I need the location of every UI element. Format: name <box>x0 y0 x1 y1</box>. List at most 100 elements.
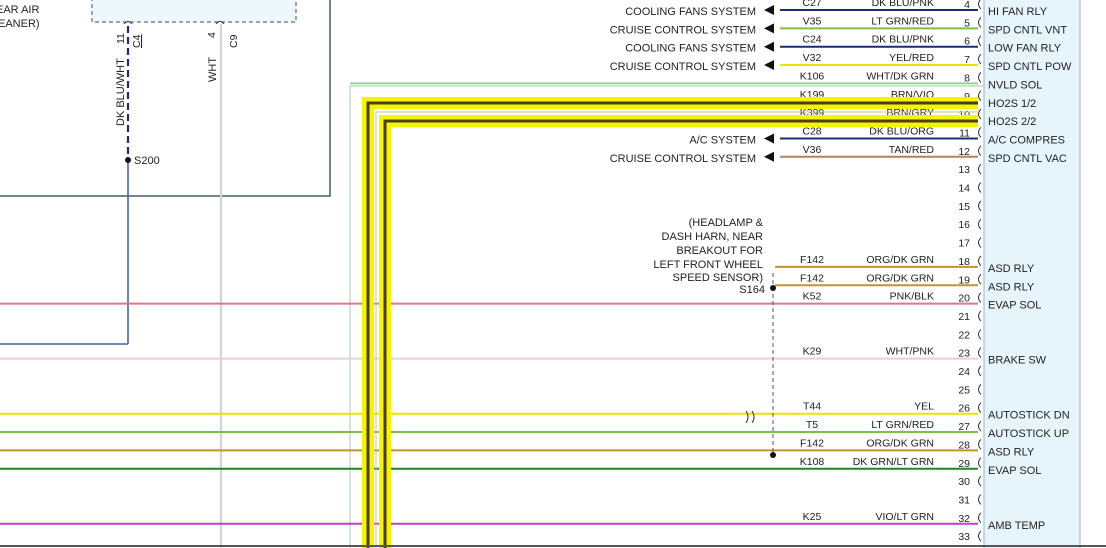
pin-function-label: AUTOSTICK UP <box>988 428 1069 440</box>
pin-terminal <box>978 237 982 248</box>
pin-function-label: ASD RLY <box>988 281 1035 293</box>
splice-s200-dot <box>125 157 131 163</box>
destination-label: COOLING FANS SYSTEM <box>625 6 756 18</box>
pin-4-connector: C9 <box>228 34 240 48</box>
pin-number: 31 <box>958 494 970 506</box>
pin-number: 24 <box>958 366 970 378</box>
circuit-id: C28 <box>802 125 821 137</box>
pin-function-label: ASD RLY <box>988 263 1035 275</box>
destination-label: A/C SYSTEM <box>689 134 756 146</box>
wire-color-label: VIO/LT GRN <box>875 511 934 523</box>
arrow-head-icon <box>764 5 774 15</box>
pin-terminal <box>978 0 982 10</box>
splice-s164-dot-top <box>770 285 776 291</box>
splice-s164-note-5: SPEED SENSOR) <box>673 272 763 284</box>
pin-11-connector: C4 <box>131 34 143 48</box>
pin-number: 21 <box>958 311 970 323</box>
arrow-head-icon <box>764 41 774 52</box>
circuit-id: F142 <box>800 437 824 449</box>
splice-s164-note-3: BREAKOUT FOR <box>676 245 763 257</box>
pin-function-label: SPD CNTL VNT <box>988 24 1067 36</box>
wire-color-label: TAN/RED <box>889 144 935 156</box>
circuit-id: F142 <box>800 254 824 266</box>
pin-terminal <box>978 457 982 469</box>
wire-wht-label: WHT <box>207 57 219 82</box>
pin-terminal <box>978 530 982 542</box>
arrow-head-icon <box>764 133 774 144</box>
wire-color-label: YEL <box>914 401 934 413</box>
circuit-id: V36 <box>803 144 822 156</box>
pin-terminal <box>978 145 982 157</box>
pin-function-label: HI FAN RLY <box>988 6 1048 18</box>
pin-terminal <box>978 402 982 414</box>
pin-terminal <box>978 127 982 138</box>
pin-function-label: HO2S 2/2 <box>988 116 1036 128</box>
wire-k399-brn-gry <box>383 119 978 548</box>
splice-s164-dot-bottom <box>770 452 776 458</box>
pin-terminal <box>978 108 982 120</box>
circuit-id: T44 <box>803 401 821 413</box>
pin-function-label: LOW FAN RLY <box>988 43 1062 55</box>
module-box-inner-dashed <box>91 0 297 23</box>
pin-function-label: ASD RLY <box>988 446 1035 458</box>
circuit-id: V32 <box>803 52 822 64</box>
circuit-id: K52 <box>803 291 822 303</box>
wire-dk-blu-wht-label: DK BLU/WHT <box>115 58 127 126</box>
pin-number: 22 <box>958 329 970 341</box>
pin-function-label: AUTOSTICK DN <box>988 410 1070 422</box>
pin-function-label: SPD CNTL POW <box>988 61 1072 73</box>
wire-color-label: LT GRN/RED <box>871 419 934 431</box>
pin-number: 16 <box>958 219 970 231</box>
circuit-id: C24 <box>802 34 821 46</box>
pin-terminal <box>978 383 982 395</box>
splice-s200-label: S200 <box>134 155 160 167</box>
pin-terminal <box>978 420 982 432</box>
destination-label: CRUISE CONTROL SYSTEM <box>610 61 756 73</box>
splice-s164-note-4: LEFT FRONT WHEEL <box>653 259 763 271</box>
pin-terminal <box>978 16 982 28</box>
wire-color-label: ORG/DK GRN <box>866 254 934 266</box>
circuit-id: V35 <box>803 15 822 27</box>
pin-terminal <box>978 512 982 524</box>
destination-label: CRUISE CONTROL SYSTEM <box>610 153 756 165</box>
wire-color-label: LT GRN/RED <box>871 15 934 27</box>
pin-terminal <box>978 475 982 487</box>
wire-color-label: DK BLU/PNK <box>872 34 934 46</box>
circuit-id: K106 <box>800 70 825 82</box>
arrow-head-icon <box>764 23 774 34</box>
pin-terminal <box>978 439 982 450</box>
pin-function-label: HO2S 1/2 <box>988 98 1036 110</box>
splice-s164-note-2: DASH HARN, NEAR <box>662 231 764 243</box>
pin-function-label: EVAP SOL <box>988 465 1041 477</box>
pin-function-label: EVAP SOL <box>988 300 1041 312</box>
circuit-id: K108 <box>800 456 825 468</box>
circuit-id: K25 <box>803 511 822 523</box>
pin-number: 25 <box>958 384 970 396</box>
pin-terminal <box>978 200 982 212</box>
wire-color-label: PNK/BLK <box>890 291 934 303</box>
splice-s164-note-1: (HEADLAMP & <box>689 217 764 229</box>
pin-11-number: 11 <box>115 33 127 44</box>
pin-number: 30 <box>958 476 970 488</box>
circuit-id: T5 <box>806 419 818 431</box>
pin-function-label: A/C COMPRES <box>988 134 1065 146</box>
pin-4-number: 4 <box>206 32 218 38</box>
pin-terminal <box>978 494 982 505</box>
pin-number: 13 <box>958 164 970 176</box>
wiring-diagram: EAR AIR EANER) 11 C4 DK BLU/WHT S200 4 C… <box>0 0 1106 548</box>
arrow-head-icon <box>764 60 774 71</box>
wire-color-label: ORG/DK GRN <box>866 437 934 449</box>
destination-label: CRUISE CONTROL SYSTEM <box>610 24 756 36</box>
pin-terminal <box>978 163 982 175</box>
wire-color-label: ORG/DK GRN <box>866 272 934 284</box>
pin-terminal <box>978 292 982 303</box>
wire-color-label: YEL/RED <box>889 52 934 64</box>
pin-terminal <box>978 328 982 340</box>
highlighted-harness <box>362 97 978 548</box>
circuit-id: C27 <box>802 0 821 9</box>
pin-terminal <box>978 365 982 377</box>
pin-terminal <box>978 218 982 230</box>
pin-terminal <box>978 53 982 65</box>
module-box-left <box>0 0 331 197</box>
wire-color-label: WHT/DK GRN <box>866 70 934 82</box>
